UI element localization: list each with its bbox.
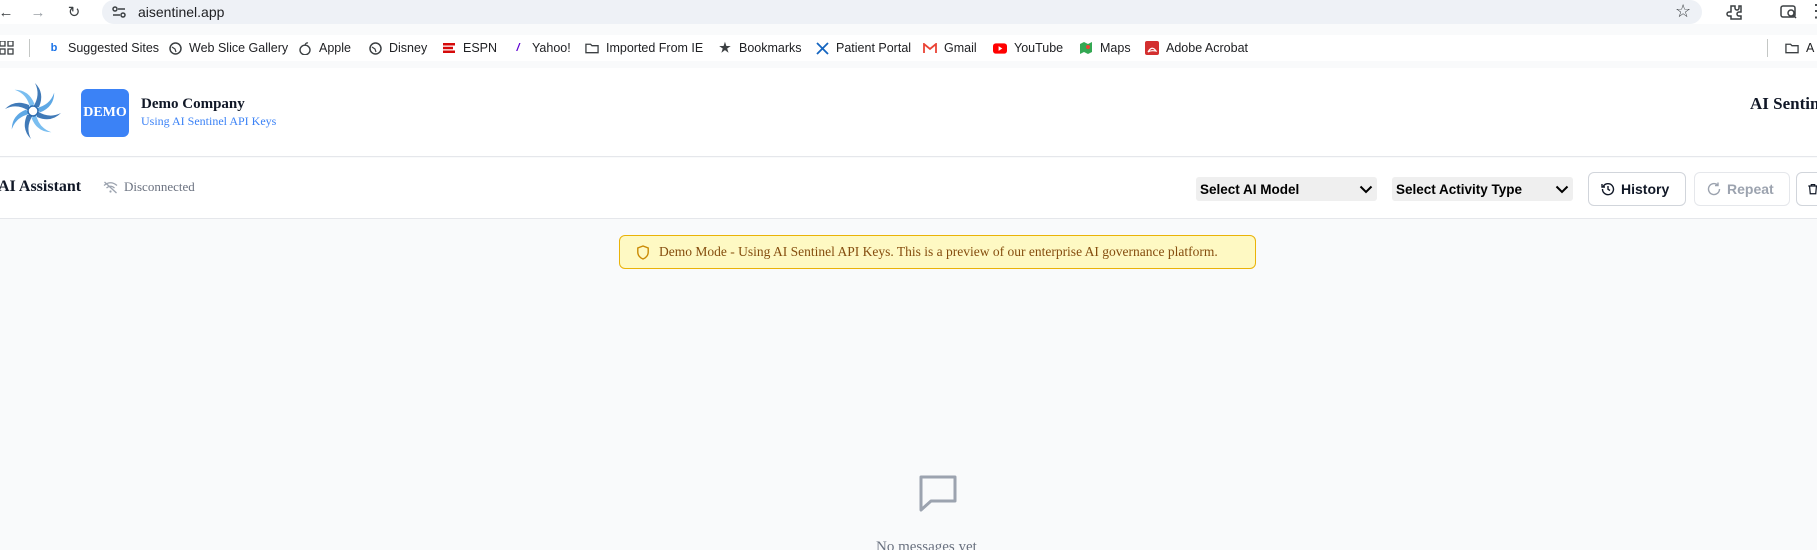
ai-model-select[interactable]: Select AI Model (1196, 177, 1377, 201)
folder-icon (585, 41, 599, 55)
bookmark-label: Adobe Acrobat (1166, 41, 1249, 55)
gmail-icon (923, 41, 937, 55)
brand-title: AI Sentinel (1750, 94, 1817, 113)
globe-icon (168, 41, 182, 55)
bookmark-label: A (1806, 41, 1815, 55)
assistant-toolbar: AI Assistant Disconnected Select AI Mode… (0, 158, 1817, 219)
ai-model-select-value: Select AI Model (1200, 181, 1300, 197)
company-subtitle: Using AI Sentinel API Keys (141, 114, 277, 128)
maps-icon (1079, 41, 1093, 55)
connection-status: Disconnected (103, 179, 195, 195)
url-text[interactable]: aisentinel.app (138, 4, 224, 20)
bookmark-label: Apple (319, 41, 351, 55)
repeat-button-label: Repeat (1727, 181, 1774, 197)
browser-address-bar: ← → ↻ aisentinel.app ☆ ⋮ (0, 0, 1817, 24)
bookmark-disney[interactable]: Disney (368, 39, 427, 57)
bookmark-label: Patient Portal (836, 41, 912, 55)
acrobat-icon (1145, 41, 1159, 55)
extensions-icon[interactable] (1725, 2, 1745, 22)
bookmark-apple[interactable]: Apple (298, 39, 351, 57)
star-icon: ★ (719, 40, 731, 55)
activity-type-select-value: Select Activity Type (1396, 181, 1523, 197)
bookmark-label: Yahoo! (532, 41, 571, 55)
trash-icon (1808, 183, 1817, 195)
company-name: Demo Company (141, 96, 245, 112)
site-settings-icon[interactable] (110, 3, 128, 21)
page-title: AI Assistant (0, 178, 82, 195)
x-icon (815, 41, 829, 55)
forward-icon[interactable]: → (28, 2, 48, 22)
bookmark-all-bookmarks[interactable]: A (1785, 39, 1814, 57)
bookmark-maps[interactable]: Maps (1079, 39, 1131, 57)
bookmark-label: Gmail (944, 41, 977, 55)
bookmark-imported-from-ie[interactable]: Imported From IE (585, 39, 703, 57)
bookmark-label: Suggested Sites (68, 41, 160, 55)
bookmark-label: Disney (389, 41, 428, 55)
chevron-down-icon (1359, 185, 1373, 193)
connection-status-text: Disconnected (124, 179, 195, 194)
bookmark-web-slice-gallery[interactable]: Web Slice Gallery (168, 39, 288, 57)
bookmark-yahoo[interactable]: / Yahoo! (511, 39, 571, 57)
app-header: DEMO Demo Company Using AI Sentinel API … (0, 68, 1817, 157)
url-field[interactable] (102, 0, 1702, 24)
history-button[interactable]: History (1588, 172, 1686, 206)
folder-icon (1785, 41, 1799, 55)
globe-icon (368, 41, 382, 55)
bookmark-bookmarks[interactable]: ★ Bookmarks (718, 39, 802, 57)
reload-icon[interactable]: ↻ (64, 2, 84, 22)
empty-state-text: No messages yet (876, 539, 977, 550)
bookmark-youtube[interactable]: YouTube (993, 39, 1063, 57)
wifi-off-icon (103, 181, 118, 193)
bookmark-patient-portal[interactable]: Patient Portal (815, 39, 911, 57)
bookmark-label: YouTube (1014, 41, 1064, 55)
history-button-label: History (1621, 181, 1670, 197)
apple-icon (298, 41, 312, 55)
bookmark-label: ESPN (463, 41, 498, 55)
chevron-down-icon (1555, 185, 1569, 193)
demo-mode-banner-text: Demo Mode - Using AI Sentinel API Keys. … (659, 244, 1218, 259)
bookmark-adobe-acrobat[interactable]: Adobe Acrobat (1145, 39, 1248, 57)
activity-type-select[interactable]: Select Activity Type (1392, 177, 1573, 201)
rotate-icon (1707, 182, 1721, 196)
bookmarks-divider (1767, 39, 1768, 57)
bookmarks-bar: b Suggested Sites Web Slice Gallery Appl… (0, 35, 1817, 61)
bookmark-label: Web Slice Gallery (189, 41, 289, 55)
bookmark-suggested-sites[interactable]: b Suggested Sites (47, 39, 159, 57)
bookmark-gmail[interactable]: Gmail (923, 39, 977, 57)
ai-sentinel-logo-icon (5, 83, 61, 139)
bookmark-label: Imported From IE (606, 41, 704, 55)
message-square-icon (919, 475, 957, 512)
repeat-button[interactable]: Repeat (1694, 172, 1790, 206)
bing-icon: b (50, 42, 58, 54)
tab-search-icon[interactable] (1779, 2, 1799, 22)
apps-grid-icon[interactable] (0, 41, 14, 55)
bookmark-star-icon[interactable]: ☆ (1675, 1, 1691, 22)
bookmark-espn[interactable]: ESPN (442, 39, 497, 57)
menu-icon[interactable]: ⋮ (1807, 1, 1817, 22)
back-icon[interactable]: ← (0, 2, 16, 22)
yahoo-icon: / (516, 42, 520, 54)
bookmarks-divider (29, 39, 30, 57)
bookmark-label: Maps (1100, 41, 1131, 55)
clear-chat-button[interactable] (1796, 172, 1817, 206)
espn-icon (442, 41, 456, 55)
bookmark-label: Bookmarks (739, 41, 802, 55)
company-badge: DEMO (81, 89, 129, 137)
demo-mode-banner: Demo Mode - Using AI Sentinel API Keys. … (619, 235, 1256, 269)
youtube-icon (993, 41, 1007, 55)
shield-icon (637, 244, 649, 260)
history-icon (1601, 183, 1615, 196)
